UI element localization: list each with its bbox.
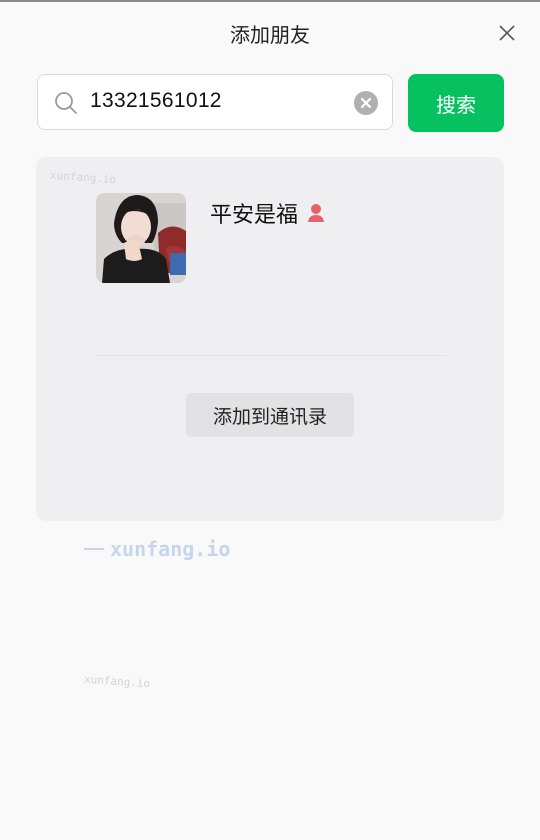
divider <box>96 355 446 356</box>
contact-name: 平安是福 <box>210 197 326 229</box>
contact-name-text: 平安是福 <box>210 203 299 228</box>
search-icon <box>55 92 77 114</box>
avatar[interactable] <box>96 193 186 283</box>
search-value[interactable]: 13321561012 <box>90 89 222 113</box>
search-result-card: xunfang.io 平安是福 添加到通讯录 <box>36 157 504 521</box>
female-user-icon <box>308 204 325 222</box>
search-button[interactable]: 搜索 <box>408 74 504 132</box>
watermark-large-text: xunfang.io <box>110 537 231 561</box>
search-input[interactable]: 13321561012 <box>37 74 393 130</box>
close-icon[interactable] <box>494 20 520 46</box>
watermark-bottom: xunfang.io <box>83 672 151 691</box>
add-to-contacts-button[interactable]: 添加到通讯录 <box>186 393 354 437</box>
page-title: 添加朋友 <box>230 23 310 47</box>
watermark-large: xunfang.io <box>84 537 230 561</box>
clear-icon[interactable] <box>354 91 378 115</box>
window-top-border <box>0 0 540 2</box>
watermark-small: xunfang.io <box>49 168 117 187</box>
